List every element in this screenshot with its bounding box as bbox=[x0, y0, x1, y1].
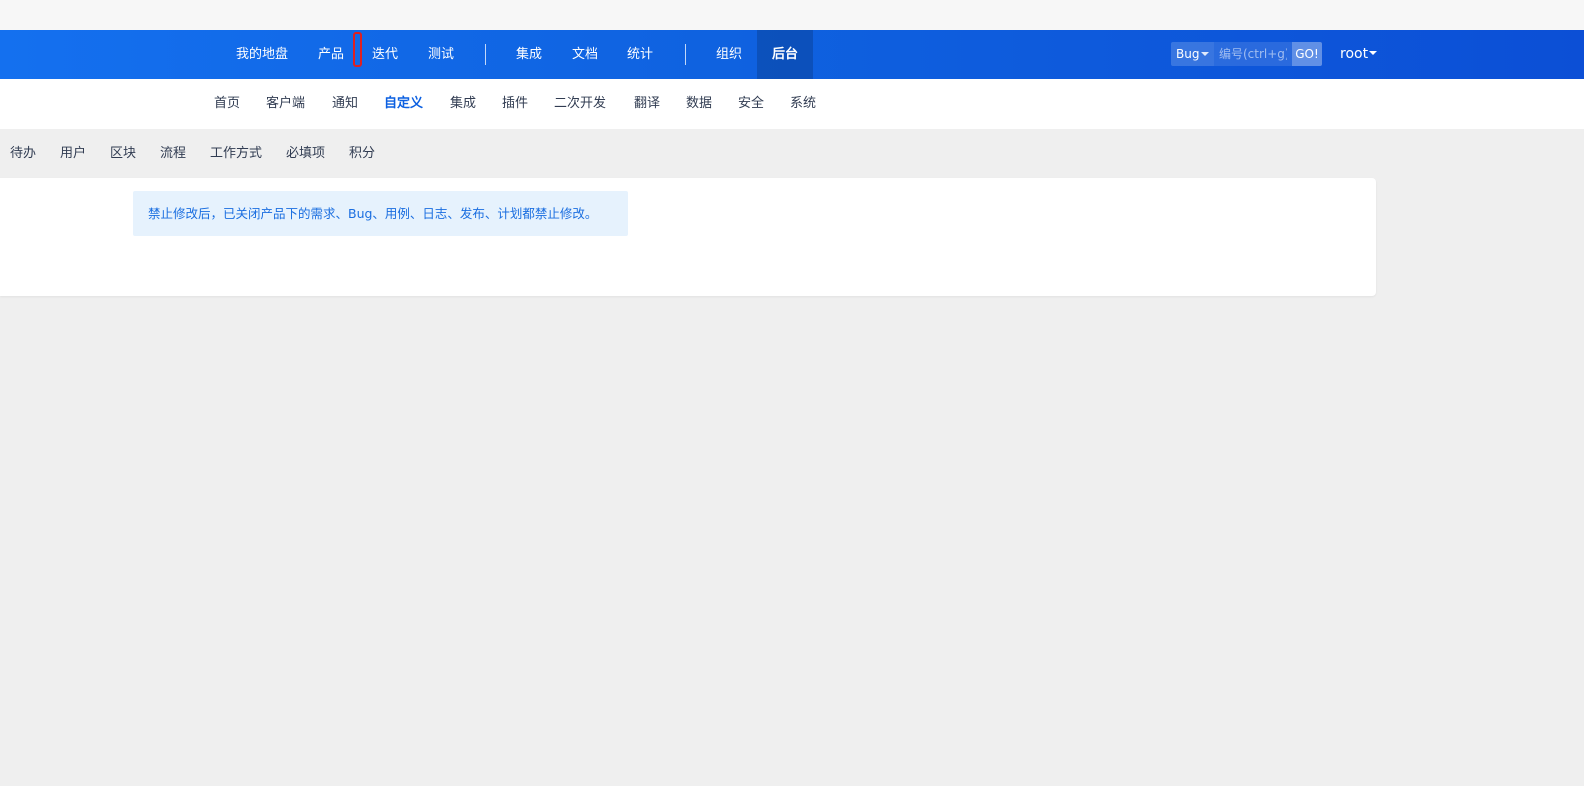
user-name: root bbox=[1340, 46, 1369, 62]
tab-flow[interactable]: 流程 bbox=[160, 129, 186, 178]
search-type-label: Bug bbox=[1176, 47, 1200, 61]
tab-required-fields[interactable]: 必填项 bbox=[286, 129, 325, 178]
subnav-item-client[interactable]: 客户端 bbox=[266, 79, 305, 129]
nav-item-admin[interactable]: 后台 bbox=[757, 30, 813, 79]
search-id-input[interactable] bbox=[1214, 42, 1292, 66]
nav-item-organization[interactable]: 组织 bbox=[716, 30, 742, 79]
nav-item-product[interactable]: 产品 bbox=[318, 30, 344, 79]
chevron-down-icon bbox=[1369, 50, 1378, 55]
nav-item-docs[interactable]: 文档 bbox=[572, 30, 598, 79]
subnav-item-home[interactable]: 首页 bbox=[214, 79, 240, 129]
subnav-item-plugins[interactable]: 插件 bbox=[502, 79, 528, 129]
subnav-item-data[interactable]: 数据 bbox=[686, 79, 712, 129]
nav-divider bbox=[685, 44, 686, 65]
subnav-item-custom[interactable]: 自定义 bbox=[384, 79, 423, 129]
tab-user[interactable]: 用户 bbox=[60, 129, 86, 178]
admin-subnav: 首页 客户端 通知 自定义 集成 插件 二次开发 翻译 数据 安全 系统 bbox=[0, 79, 1584, 129]
tab-score[interactable]: 积分 bbox=[349, 129, 375, 178]
focus-highlight bbox=[353, 32, 362, 67]
subnav-item-development[interactable]: 二次开发 bbox=[554, 79, 606, 129]
user-menu[interactable]: root bbox=[1340, 30, 1378, 79]
chevron-down-icon bbox=[1201, 52, 1209, 56]
main-navbar: 我的地盘 产品 迭代 测试 集成 文档 统计 组织 后台 Bug GO! roo… bbox=[0, 30, 1584, 79]
custom-tabs: 待办 用户 区块 流程 工作方式 必填项 积分 bbox=[0, 129, 1584, 178]
nav-item-statistics[interactable]: 统计 bbox=[627, 30, 653, 79]
tab-todo[interactable]: 待办 bbox=[10, 129, 36, 178]
subnav-item-system[interactable]: 系统 bbox=[790, 79, 816, 129]
nav-divider bbox=[485, 44, 486, 65]
nav-item-my-dashboard[interactable]: 我的地盘 bbox=[236, 30, 288, 79]
tab-work-mode[interactable]: 工作方式 bbox=[210, 129, 262, 178]
notice-alert: 禁止修改后，已关闭产品下的需求、Bug、用例、日志、发布、计划都禁止修改。 bbox=[133, 191, 628, 236]
search-type-select[interactable]: Bug bbox=[1171, 42, 1214, 66]
tab-block[interactable]: 区块 bbox=[110, 129, 136, 178]
subnav-item-notification[interactable]: 通知 bbox=[332, 79, 358, 129]
quick-search: Bug GO! bbox=[1171, 42, 1322, 66]
nav-item-integration[interactable]: 集成 bbox=[516, 30, 542, 79]
go-button[interactable]: GO! bbox=[1292, 42, 1322, 66]
nav-item-iteration[interactable]: 迭代 bbox=[372, 30, 398, 79]
nav-item-test[interactable]: 测试 bbox=[428, 30, 454, 79]
subnav-item-translation[interactable]: 翻译 bbox=[634, 79, 660, 129]
subnav-item-security[interactable]: 安全 bbox=[738, 79, 764, 129]
subnav-item-integration[interactable]: 集成 bbox=[450, 79, 476, 129]
content-panel: 禁止修改后，已关闭产品下的需求、Bug、用例、日志、发布、计划都禁止修改。 bbox=[0, 178, 1376, 296]
browser-top-strip bbox=[0, 0, 1584, 30]
